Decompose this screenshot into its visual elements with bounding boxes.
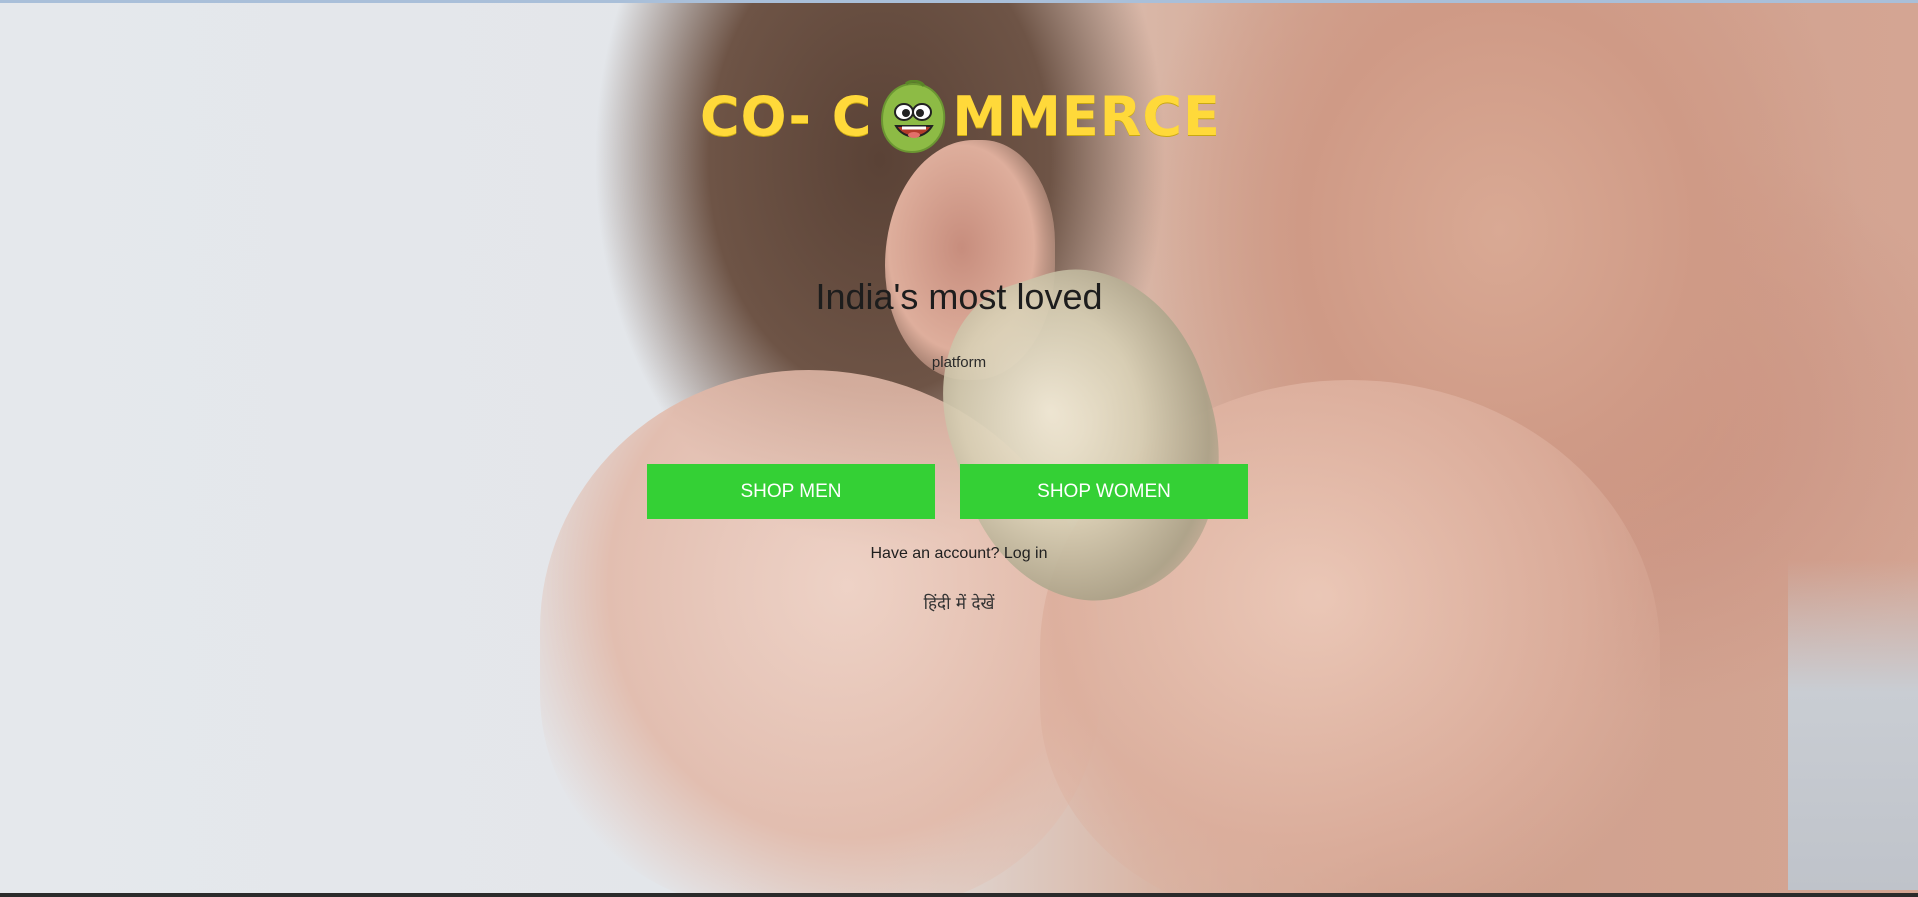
login-prompt-text: Have an account? <box>870 545 1004 562</box>
hero-headline: India's most loved <box>815 276 1103 317</box>
bottom-border <box>0 893 1918 897</box>
hindi-language-link[interactable]: हिंदी में देखें <box>924 594 995 614</box>
mascot-icon <box>876 79 950 154</box>
hero-subline: platform <box>931 354 987 371</box>
shop-men-button[interactable]: SHOP MEN <box>647 464 935 519</box>
logo-text-left: CO- C <box>700 85 873 148</box>
logo-text-right: MMERCE <box>952 85 1221 148</box>
landing-page: CO- C MMERCE India's most loved platform… <box>0 0 1918 897</box>
login-prompt: Have an account? Log in <box>0 545 1918 563</box>
hero-content: CO- C MMERCE India's most loved platform… <box>0 0 1918 897</box>
brand-logo[interactable]: CO- C MMERCE <box>700 79 1221 154</box>
top-border <box>0 0 1918 3</box>
shop-women-button[interactable]: SHOP WOMEN <box>960 464 1248 519</box>
language-switch: हिंदी में देखें <box>0 591 1918 614</box>
login-link[interactable]: Log in <box>1004 545 1048 562</box>
